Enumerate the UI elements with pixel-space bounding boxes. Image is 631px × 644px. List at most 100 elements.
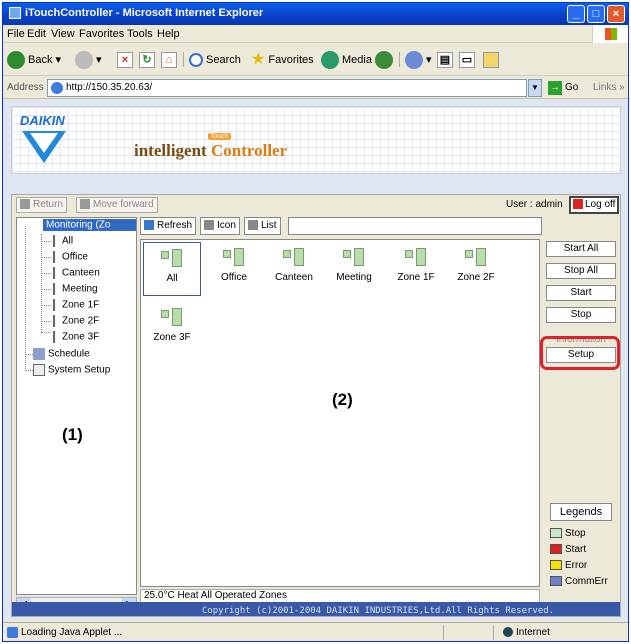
move-forward-button[interactable]: Move forward bbox=[76, 197, 158, 213]
zone-unit-icon bbox=[223, 248, 245, 268]
tree-item-schedule[interactable]: Schedule bbox=[33, 348, 90, 360]
tree-item-office[interactable]: Office bbox=[53, 251, 88, 263]
zone-icon bbox=[53, 315, 59, 327]
zone-unit-icon bbox=[161, 308, 183, 328]
message-field bbox=[288, 217, 542, 235]
tree-item-system-setup[interactable]: System Setup bbox=[33, 364, 110, 376]
zone-tile-zone-2f[interactable]: Zone 2F bbox=[447, 242, 505, 296]
zone-unit-icon bbox=[161, 249, 183, 269]
list-view-icon bbox=[248, 220, 258, 231]
zone-tile-zone-3f[interactable]: Zone 3F bbox=[143, 302, 201, 356]
home-button[interactable]: ⌂ bbox=[161, 50, 177, 70]
print-button[interactable]: ▤ bbox=[437, 50, 453, 70]
favorites-button[interactable]: ★ Favorites bbox=[251, 50, 314, 70]
navigation-tree: Monitoring (Zo All Office Canteen Meetin… bbox=[16, 217, 137, 595]
touch-badge: Touch bbox=[208, 133, 231, 140]
zone-icon bbox=[53, 267, 59, 279]
monitor-icon bbox=[31, 219, 43, 231]
browser-window: iTouchController - Microsoft Internet Ex… bbox=[2, 2, 629, 642]
maximize-button[interactable]: □ bbox=[587, 5, 605, 23]
zone-tile-canteen[interactable]: Canteen bbox=[265, 242, 323, 296]
zone-icon bbox=[53, 251, 59, 263]
menu-view[interactable]: View bbox=[51, 28, 75, 40]
setup-highlight bbox=[540, 336, 620, 370]
start-button[interactable]: Start bbox=[546, 285, 616, 301]
legend-error: Error bbox=[550, 560, 587, 571]
legend-swatch bbox=[550, 576, 562, 587]
browser-status-bar: Loading Java Applet ... Internet bbox=[3, 622, 628, 641]
forward-icon bbox=[80, 199, 90, 210]
search-button[interactable]: Search bbox=[189, 50, 241, 70]
menu-file[interactable]: File bbox=[7, 28, 25, 40]
minimize-button[interactable]: _ bbox=[567, 5, 585, 23]
tree-item-zone-2f[interactable]: Zone 2F bbox=[53, 315, 99, 327]
zone-unit-icon bbox=[405, 248, 427, 268]
banner: DAIKIN intelligent Controller Touch bbox=[11, 106, 621, 174]
folder-button[interactable] bbox=[483, 50, 499, 70]
status-zone: Internet bbox=[503, 627, 550, 638]
user-label: User : admin bbox=[506, 199, 563, 210]
copyright-text: Copyright (c)2001-2004 DAIKIN INDUSTRIES… bbox=[201, 606, 555, 616]
zone-unit-icon bbox=[465, 248, 487, 268]
address-dropdown[interactable]: ▼ bbox=[528, 79, 542, 97]
menu-help[interactable]: Help bbox=[157, 28, 180, 40]
go-button[interactable]: → Go bbox=[548, 81, 578, 95]
icon-view-button[interactable]: Icon bbox=[200, 217, 240, 235]
windows-flag-icon bbox=[592, 25, 628, 43]
stop-page-button[interactable]: × bbox=[117, 50, 133, 70]
zone-tile-meeting[interactable]: Meeting bbox=[325, 242, 383, 296]
media-button[interactable]: Media bbox=[321, 50, 372, 70]
menu-favorites[interactable]: Favorites bbox=[79, 28, 124, 40]
page-icon bbox=[7, 627, 18, 638]
tree-item-meeting[interactable]: Meeting bbox=[53, 283, 98, 295]
logoff-icon bbox=[573, 199, 583, 210]
refresh-page-button[interactable]: ↻ bbox=[139, 50, 155, 70]
folder-icon bbox=[483, 52, 499, 69]
icon-view-icon bbox=[204, 220, 214, 231]
zone-tile-zone-1f[interactable]: Zone 1F bbox=[387, 242, 445, 296]
zone-icon bbox=[53, 299, 59, 311]
window-title: iTouchController - Microsoft Internet Ex… bbox=[25, 7, 264, 19]
tree-item-monitoring[interactable]: Monitoring (Zo bbox=[31, 219, 136, 231]
mail-icon bbox=[405, 51, 423, 70]
history-icon bbox=[375, 51, 393, 70]
zone-icon bbox=[53, 235, 59, 247]
zone-tile-office[interactable]: Office bbox=[205, 242, 263, 296]
refresh-button[interactable]: Refresh bbox=[140, 217, 197, 235]
tree-item-all[interactable]: All bbox=[53, 235, 73, 247]
applet-top-bar: Return Move forward User : admin Log off bbox=[12, 195, 620, 215]
close-button[interactable]: × bbox=[607, 5, 625, 23]
menu-edit[interactable]: Edit bbox=[27, 28, 46, 40]
zone-unit-icon bbox=[343, 248, 365, 268]
links-button[interactable]: Links » bbox=[593, 82, 625, 93]
address-input[interactable]: http://150.35.20.63/ bbox=[47, 79, 527, 97]
mail-button[interactable]: ▾ bbox=[405, 50, 432, 70]
zone-tile-all[interactable]: All bbox=[143, 242, 201, 296]
logoff-button[interactable]: Log off bbox=[569, 196, 620, 214]
history-button[interactable] bbox=[375, 50, 396, 70]
tree-item-canteen[interactable]: Canteen bbox=[53, 267, 100, 279]
refresh-icon bbox=[144, 220, 154, 231]
return-button[interactable]: Return bbox=[16, 197, 68, 213]
list-view-button[interactable]: List bbox=[244, 217, 281, 235]
zone-icon-panel: All Office Canteen Meeting Zone 1F Zone … bbox=[140, 239, 540, 587]
edit-button[interactable]: ▭ bbox=[459, 50, 475, 70]
start-all-button[interactable]: Start All bbox=[546, 241, 616, 257]
refresh-icon: ↻ bbox=[139, 52, 155, 69]
legends-button[interactable]: Legends bbox=[550, 503, 612, 521]
stop-all-button[interactable]: Stop All bbox=[546, 263, 616, 279]
stop-button[interactable]: Stop bbox=[546, 307, 616, 323]
daikin-logo: DAIKIN bbox=[20, 113, 65, 128]
menu-tools[interactable]: Tools bbox=[127, 28, 153, 40]
tree-item-zone-3f[interactable]: Zone 3F bbox=[53, 331, 99, 343]
tree-item-zone-1f[interactable]: Zone 1F bbox=[53, 299, 99, 311]
print-icon: ▤ bbox=[437, 52, 453, 69]
back-button[interactable]: Back ▾ bbox=[7, 50, 61, 70]
page-icon bbox=[51, 82, 63, 94]
media-icon bbox=[321, 51, 339, 70]
forward-button[interactable]: ▾ bbox=[75, 50, 102, 70]
search-icon bbox=[189, 53, 203, 68]
legend-swatch bbox=[550, 560, 562, 571]
zone-icon bbox=[53, 331, 59, 343]
stop-icon: × bbox=[117, 52, 133, 69]
